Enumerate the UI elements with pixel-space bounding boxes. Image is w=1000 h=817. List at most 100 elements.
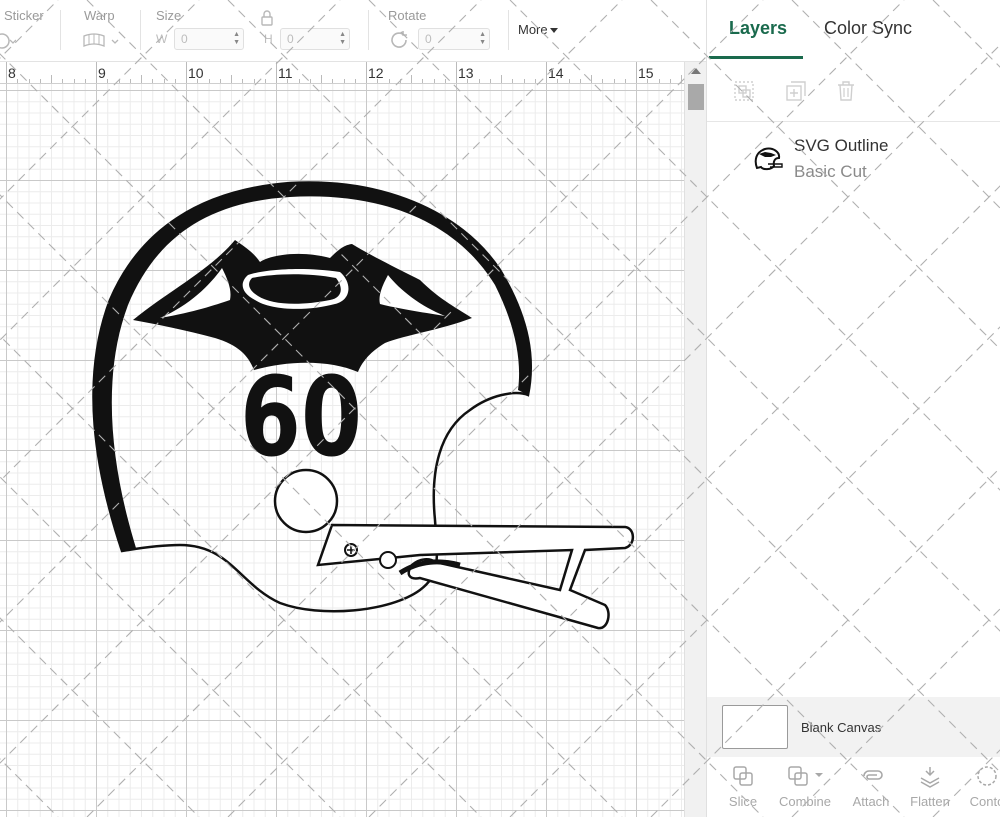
ruler-tick: [28, 79, 30, 83]
ruler-tick: [579, 79, 581, 83]
duplicate-icon[interactable]: [785, 80, 807, 102]
combine-label: Combine: [778, 794, 832, 809]
tab-layers[interactable]: Layers: [729, 18, 787, 39]
sticker-label: Sticker: [4, 8, 44, 23]
ruler-tick: [613, 79, 615, 83]
contour-button[interactable]: Conto: [957, 764, 1000, 809]
ruler-tick: [658, 79, 660, 83]
ruler-tick: [73, 79, 75, 83]
ruler-tick: [433, 79, 435, 83]
ruler-tick: [107, 79, 109, 83]
ruler-number: 8: [8, 65, 16, 81]
toolbar-divider: [508, 10, 509, 50]
ruler-tick: [354, 79, 356, 83]
size-label: Size: [156, 8, 182, 23]
ruler-tick: [298, 79, 300, 83]
sticker-group: Sticker: [0, 0, 58, 62]
scroll-thumb[interactable]: [688, 84, 704, 110]
ruler-tick: [51, 75, 52, 83]
width-letter: W: [156, 32, 168, 46]
ruler-tick: [264, 79, 266, 83]
ruler-tick: [287, 79, 289, 83]
layer-item[interactable]: SVG Outline Basic Cut: [747, 136, 987, 186]
warp-icon[interactable]: [82, 32, 122, 50]
height-value: 0: [287, 32, 294, 46]
delete-icon[interactable]: [835, 80, 857, 102]
ruler-tick: [647, 79, 649, 83]
helmet-number: 60: [240, 353, 362, 481]
ruler-tick: [411, 75, 412, 83]
slice-icon: [733, 766, 753, 786]
ruler-number: 11: [278, 65, 293, 81]
ruler-tick: [489, 79, 491, 83]
width-value: 0: [181, 32, 188, 46]
contour-icon: [977, 766, 997, 786]
sticker-icon[interactable]: [0, 32, 16, 50]
ruler-tick: [557, 79, 559, 83]
rotate-icon[interactable]: [388, 29, 410, 51]
ruler-tick: [163, 79, 165, 83]
ruler-tick: [546, 62, 547, 83]
ruler-tick: [118, 79, 120, 83]
more-button[interactable]: More: [518, 22, 558, 37]
ruler-tick: [512, 79, 514, 83]
ruler-tick: [253, 79, 255, 83]
attach-button[interactable]: Attach: [841, 764, 901, 809]
design-canvas[interactable]: 60: [0, 84, 684, 817]
ruler-tick: [6, 62, 7, 83]
ruler-tick: [501, 75, 502, 83]
ruler-tick: [332, 79, 334, 83]
ruler-tick: [276, 62, 277, 83]
ruler-tick: [84, 79, 86, 83]
group-icon[interactable]: [733, 80, 755, 102]
tab-color-sync[interactable]: Color Sync: [824, 18, 912, 39]
slice-button[interactable]: Slice: [713, 764, 773, 809]
lock-icon[interactable]: [260, 10, 274, 26]
ruler-tick: [39, 79, 41, 83]
ruler-tick: [456, 62, 457, 83]
ruler-tick: [568, 79, 570, 83]
warp-group: Warp: [60, 0, 140, 62]
layer-operation: Basic Cut: [794, 162, 867, 181]
slice-label: Slice: [728, 794, 758, 809]
blank-canvas-row[interactable]: Blank Canvas: [707, 697, 1000, 757]
combine-button[interactable]: Combine: [775, 764, 835, 809]
ruler-number: 9: [98, 65, 106, 81]
ruler-tick: [343, 79, 345, 83]
ruler-tick: [321, 75, 322, 83]
more-label: More: [518, 22, 548, 37]
contour-label: Conto: [969, 794, 1000, 809]
ruler-number: 10: [188, 65, 204, 81]
ruler-tick: [96, 62, 97, 83]
ruler-tick: [231, 75, 232, 83]
ruler-tick: [534, 79, 536, 83]
vertical-scrollbar[interactable]: [684, 62, 706, 817]
helmet-design[interactable]: 60: [0, 84, 684, 817]
layer-actions-row: [707, 76, 1000, 122]
ruler-tick: [388, 79, 390, 83]
width-stepper-icon[interactable]: ▲ ▼: [233, 31, 240, 47]
layer-name: SVG Outline: [794, 136, 889, 155]
ruler-tick: [129, 79, 131, 83]
rotate-input[interactable]: 0 ▲ ▼: [418, 28, 490, 50]
scroll-up-icon[interactable]: [691, 68, 701, 74]
rotate-stepper-icon[interactable]: ▲ ▼: [479, 31, 486, 47]
blank-canvas-swatch[interactable]: [722, 705, 788, 749]
ruler-number: 13: [458, 65, 474, 81]
attach-icon: [863, 770, 883, 780]
height-stepper-icon[interactable]: ▲ ▼: [339, 31, 346, 47]
height-input[interactable]: 0 ▲ ▼: [280, 28, 350, 50]
width-input[interactable]: 0 ▲ ▼: [174, 28, 244, 50]
flatten-label: Flatten: [910, 794, 950, 809]
ruler-tick: [636, 62, 637, 83]
ruler-tick: [197, 79, 199, 83]
ruler-tick: [591, 75, 592, 83]
size-group: Size W 0 ▲ ▼ H 0 ▲ ▼: [140, 0, 365, 62]
rotate-group: Rotate 0 ▲ ▼: [368, 0, 508, 62]
ruler-number: 14: [548, 65, 564, 81]
ruler-tick: [186, 62, 187, 83]
ruler-tick: [242, 79, 244, 83]
ruler-tick: [174, 79, 176, 83]
flatten-button[interactable]: Flatten: [900, 764, 960, 809]
ruler-tick: [523, 79, 525, 83]
